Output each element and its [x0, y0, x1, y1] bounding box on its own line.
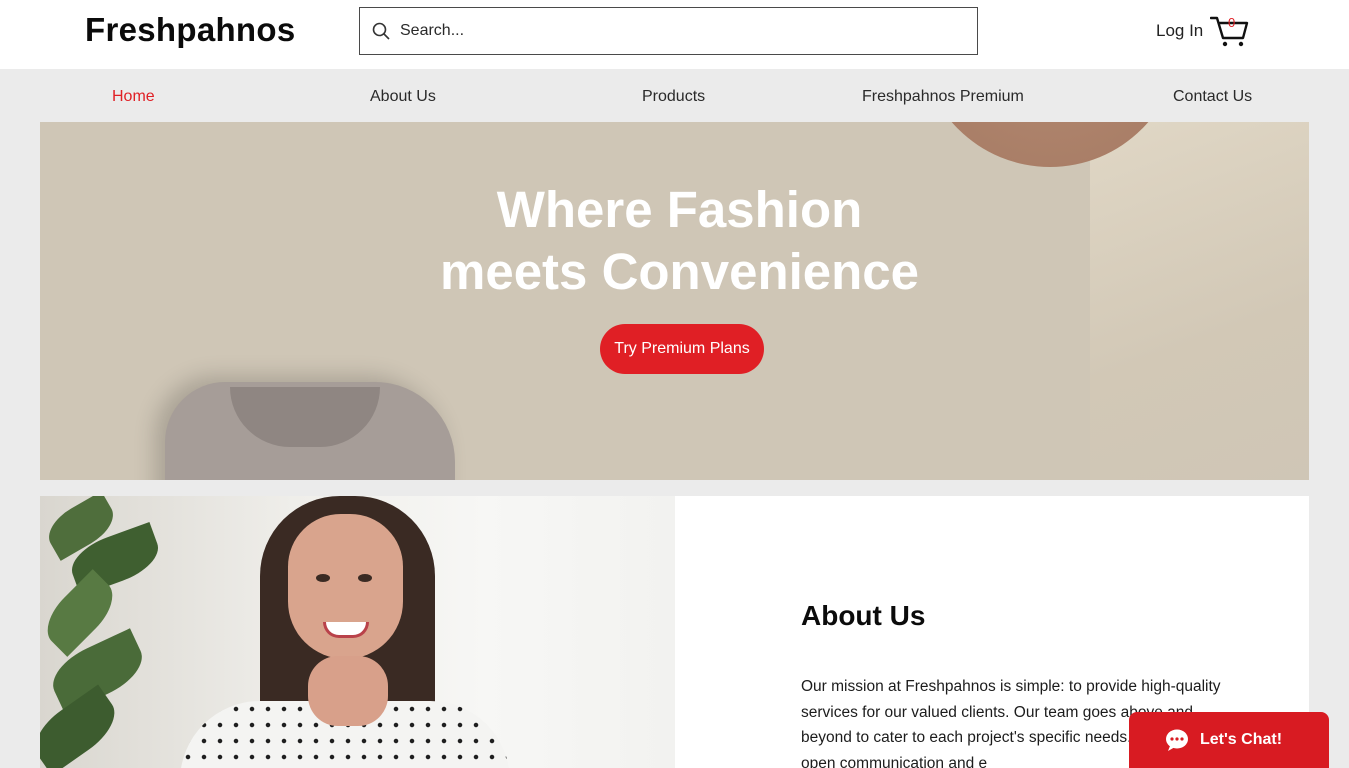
- search-bar[interactable]: [359, 7, 978, 55]
- chat-label: Let's Chat!: [1200, 731, 1283, 748]
- site-logo[interactable]: Freshpahnos: [85, 11, 296, 49]
- person-hand: [308, 656, 388, 726]
- hero-title-line2: meets Convenience: [439, 243, 920, 300]
- main-nav: Home About Us Products Freshpahnos Premi…: [0, 69, 1349, 122]
- nav-item-about-us[interactable]: About Us: [370, 88, 436, 106]
- chat-bubble-icon: [1166, 729, 1188, 751]
- cart-button[interactable]: 0: [1209, 14, 1250, 48]
- search-input[interactable]: [400, 8, 960, 54]
- hero-title-line1: Where Fashion: [496, 181, 863, 238]
- nav-item-contact-us[interactable]: Contact Us: [1173, 88, 1252, 106]
- site-header: Freshpahnos Log In 0: [0, 0, 1349, 69]
- hero-title: Where Fashion meets Convenience: [40, 179, 1309, 303]
- lets-chat-button[interactable]: Let's Chat!: [1129, 712, 1329, 768]
- about-photo: [40, 496, 675, 768]
- nav-item-home[interactable]: Home: [112, 88, 155, 106]
- about-section: About Us Our mission at Freshpahnos is s…: [40, 496, 1309, 768]
- try-premium-plans-button[interactable]: Try Premium Plans: [600, 324, 764, 374]
- person-eye: [316, 574, 330, 582]
- nav-item-premium[interactable]: Freshpahnos Premium: [862, 88, 1024, 106]
- nav-item-products[interactable]: Products: [642, 88, 705, 106]
- person-eye: [358, 574, 372, 582]
- search-icon: [372, 22, 390, 40]
- plant-leaf: [40, 684, 126, 768]
- hero-banner: Where Fashion meets Convenience Try Prem…: [40, 122, 1309, 480]
- about-title: About Us: [801, 600, 926, 631]
- cart-count: 0: [1228, 15, 1236, 30]
- login-link[interactable]: Log In: [1156, 21, 1203, 41]
